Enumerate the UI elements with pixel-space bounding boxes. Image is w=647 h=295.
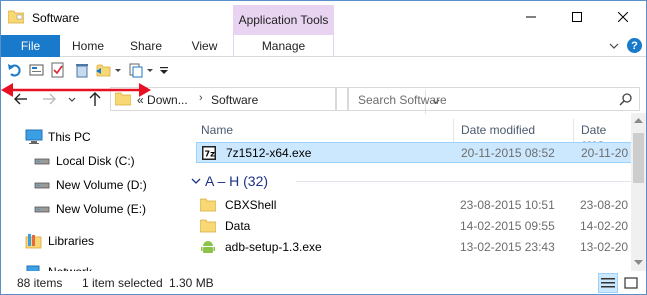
customize-toolbar-icon[interactable] [158,61,170,79]
file-name: CBXShell [225,198,277,212]
tab-view[interactable]: View [176,35,233,57]
tab-file[interactable]: File [1,35,60,57]
tab-home[interactable]: Home [60,35,116,57]
drive-icon [34,182,50,189]
file-list: Name Date modified Date crea 7z 7z1512-x… [183,113,631,271]
libraries-icon [25,234,42,249]
this-pc-icon [25,129,43,144]
breadcrumb-downloads-label: Down... [147,93,188,107]
pane-splitter[interactable] [165,113,183,271]
group-title: A – H (32) [205,173,269,189]
recycle-bin-icon[interactable] [73,61,91,79]
status-selection: 1 item selected [82,276,163,290]
folder-icon [8,10,24,24]
status-bar: 88 items 1 item selected 1.30 MB [1,271,646,294]
nav-item-label: Local Disk (C:) [56,154,135,168]
file-date-created: 20-11-20 [581,146,629,160]
search-input[interactable]: Search Software [348,87,640,111]
close-icon [618,12,628,22]
scroll-up-icon[interactable] [634,117,643,124]
minimize-icon [526,16,536,18]
undo-icon[interactable] [6,61,24,79]
file-row[interactable]: adb-setup-1.3.exe 13-02-2015 23:43 13-02… [196,237,631,258]
status-item-count: 88 items [17,276,63,290]
nav-item-new-volume-d[interactable]: New Volume (D:) [1,174,165,196]
move-to-folder-icon[interactable] [95,61,113,79]
copy-to-folder-icon[interactable] [127,61,145,79]
group-divider-line [296,181,631,182]
group-header-a-h[interactable]: A – H (32) [191,171,631,191]
nav-item-new-volume-e[interactable]: New Volume (E:) [1,198,165,220]
drive-icon [34,158,50,165]
expand-ribbon-icon[interactable] [607,39,621,53]
nav-item-libraries[interactable]: Libraries [1,230,165,252]
red-double-arrow-annotation [1,83,151,97]
window-title: Software [32,11,80,25]
explorer-window: Software Application Tools File Home Sha… [0,0,647,295]
maximize-icon [572,12,582,22]
file-date-modified: 14-02-2015 09:55 [460,219,555,233]
maximize-button[interactable] [554,1,600,33]
dropdown-icon[interactable] [145,61,155,79]
quick-access-toolbar [1,58,646,82]
column-divider[interactable] [453,119,454,143]
file-date-created: 13-02-20 [580,240,629,254]
properties-icon[interactable] [28,61,46,79]
status-size: 1.30 MB [169,276,214,290]
close-button[interactable] [600,1,646,33]
file-name: Data [225,219,251,233]
tab-share[interactable]: Share [116,35,176,57]
scrollbar-thumb[interactable] [633,133,644,183]
column-header-date-modified[interactable]: Date modified [461,123,535,137]
folder-icon [200,198,216,212]
chevron-down-icon [191,178,201,184]
nav-item-local-disk-c[interactable]: Local Disk (C:) [1,150,165,172]
file-date-created: 23-08-20 [580,198,629,212]
details-view-button[interactable] [598,273,618,293]
minimize-button[interactable] [508,1,554,33]
drive-icon [34,206,50,213]
vertical-scrollbar[interactable] [631,113,646,271]
column-header-name[interactable]: Name [201,123,233,137]
file-date-modified: 13-02-2015 23:43 [460,240,555,254]
refresh-button[interactable] [336,87,348,111]
nav-item-label: This PC [48,130,91,144]
breadcrumb-separator[interactable]: › [199,92,203,104]
file-date-modified: 20-11-2015 08:52 [461,146,555,160]
search-placeholder: Search Software [358,93,447,107]
file-name: adb-setup-1.3.exe [225,240,322,254]
file-date-modified: 23-08-2015 10:51 [460,198,555,212]
file-row[interactable]: Data 14-02-2015 09:55 14-02-20 [196,216,631,237]
file-row[interactable]: 7z 7z1512-x64.exe 20-11-2015 08:52 20-11… [196,142,631,163]
nav-item-label: New Volume (E:) [56,202,147,216]
large-icons-view-button[interactable] [621,273,641,293]
android-icon [201,241,215,253]
details-view-icon [601,278,615,288]
title-bar[interactable]: Software Application Tools [1,1,646,35]
large-icons-view-icon [624,277,638,289]
tab-manage[interactable]: Manage [233,35,334,57]
7zip-exe-icon: 7z [202,146,216,160]
nav-item-label: New Volume (D:) [56,178,147,192]
help-button[interactable]: ? [627,38,642,53]
scroll-down-icon[interactable] [634,259,643,266]
folder-icon [200,219,216,233]
ribbon-tab-bar: File Home Share View Manage ? [1,35,646,57]
breadcrumb-software[interactable]: Software [211,93,258,107]
nav-item-this-pc[interactable]: This PC [1,126,165,148]
navigation-pane: This PC Local Disk (C:) New Volume (D:) … [1,117,165,279]
search-icon[interactable] [619,92,633,106]
context-tab-application-tools: Application Tools [233,5,334,35]
file-name: 7z1512-x64.exe [226,146,312,160]
nav-item-label: Libraries [48,234,95,248]
svg-text:7z: 7z [205,150,216,159]
checklist-icon[interactable] [49,61,67,79]
file-row[interactable]: CBXShell 23-08-2015 10:51 23-08-20 [196,195,631,216]
dropdown-icon[interactable] [113,61,123,79]
column-divider[interactable] [573,119,574,143]
file-date-created: 14-02-20 [580,219,629,233]
column-header-row: Name Date modified Date crea [183,119,631,151]
